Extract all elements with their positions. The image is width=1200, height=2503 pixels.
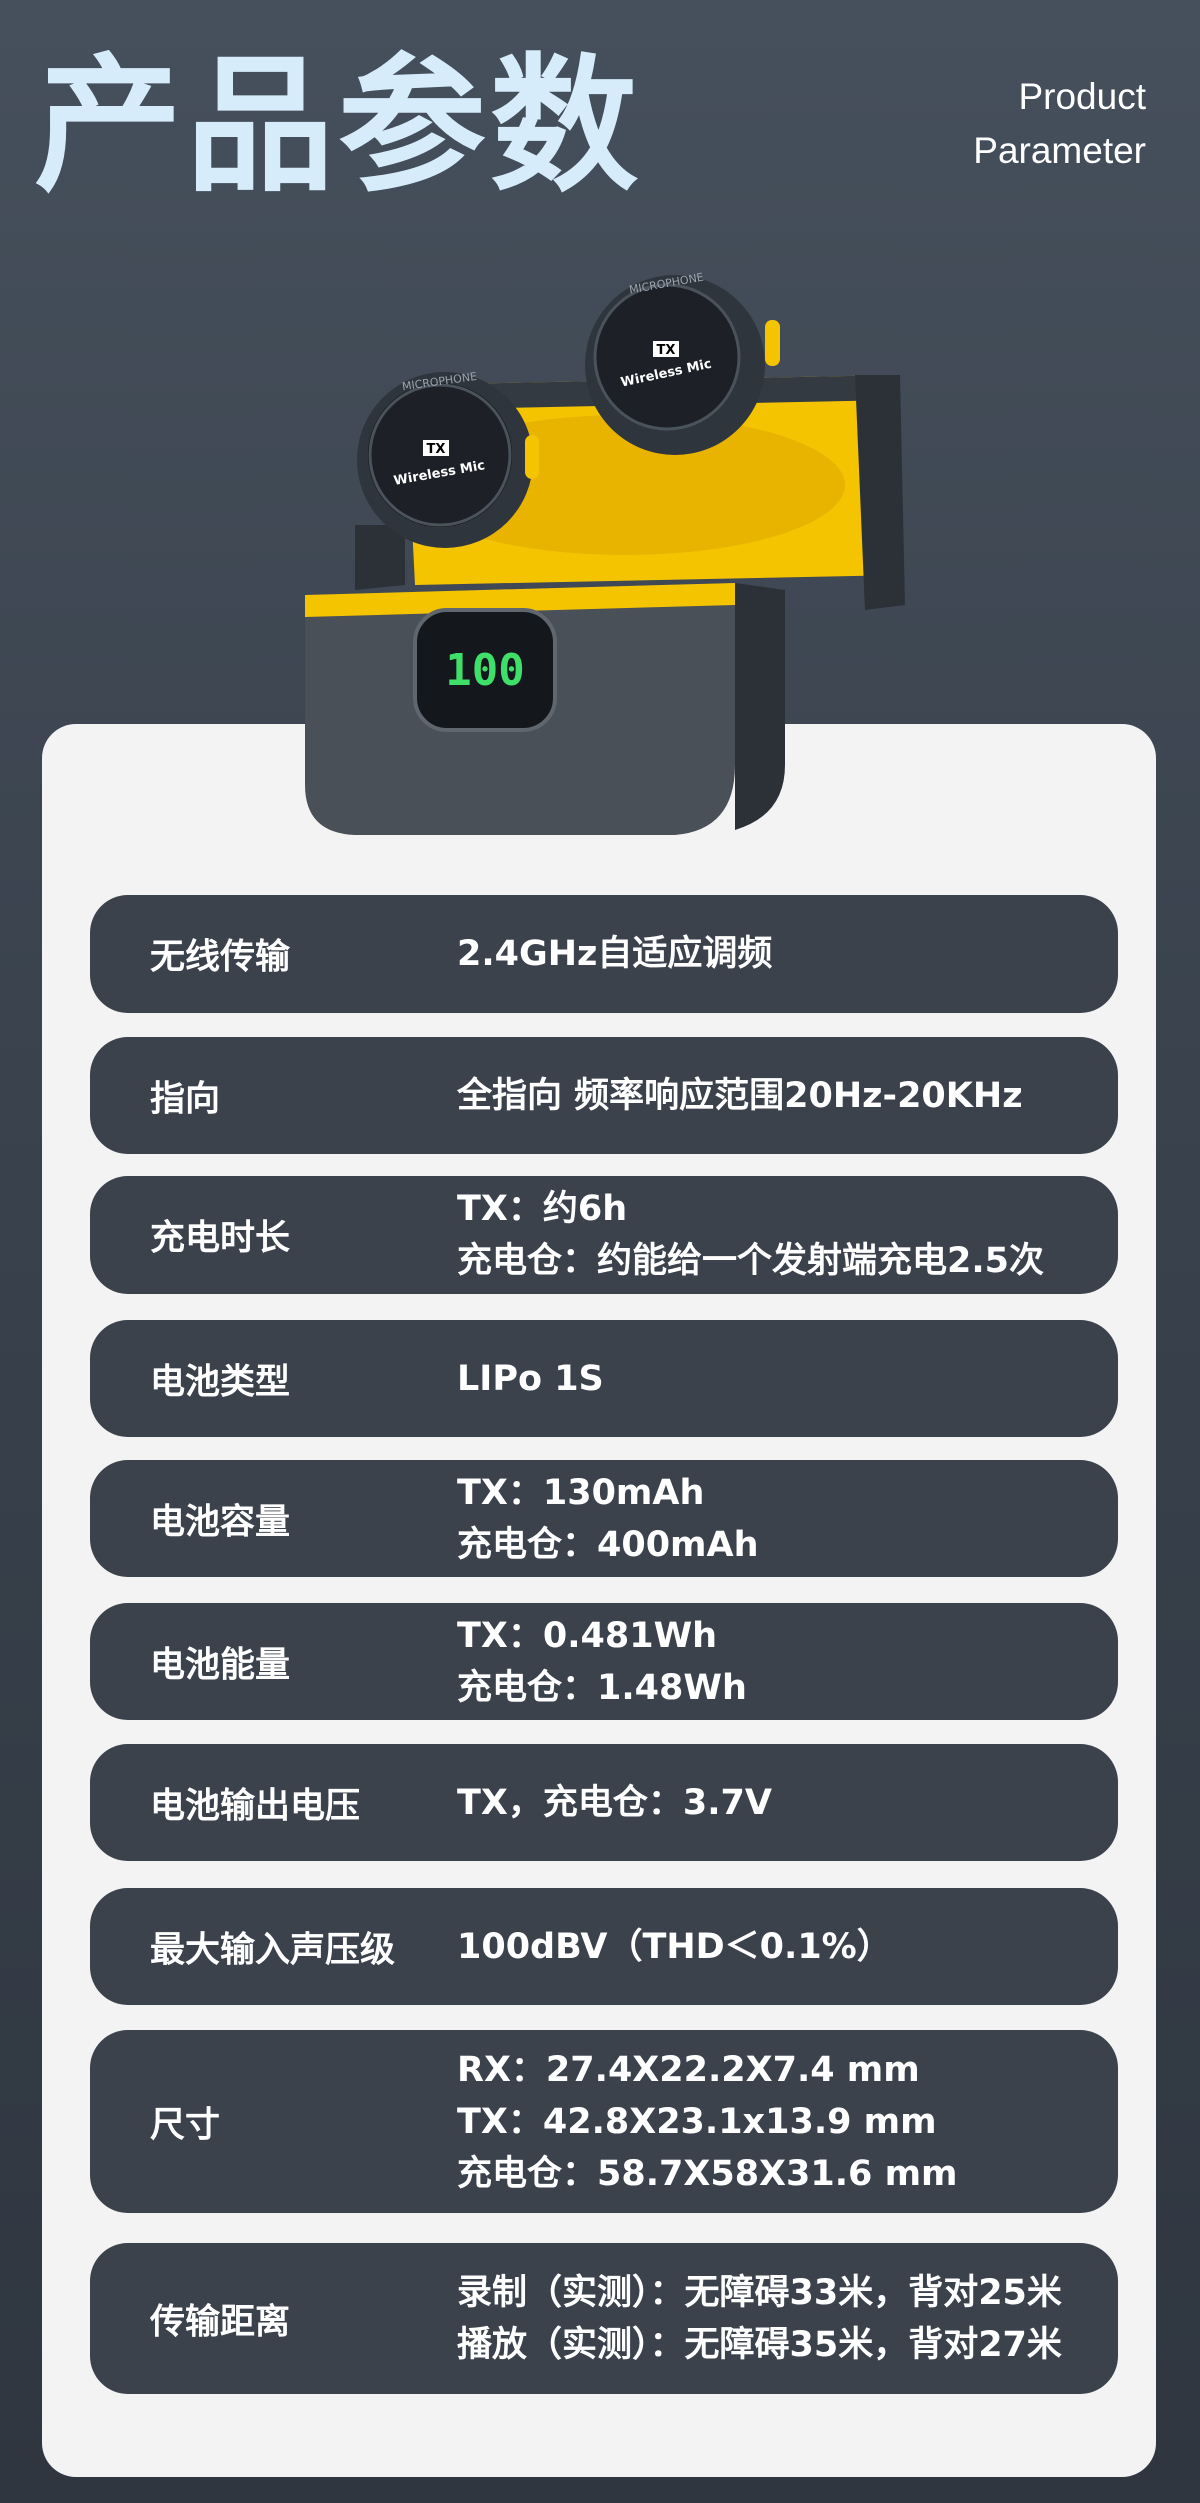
spec-value: TX：130mAh 充电仓：400mAh: [457, 1467, 759, 1571]
spec-label: 电池容量: [150, 1502, 291, 1542]
spec-value-line: 录制（实测）：无障碍33米，背对25米: [457, 2272, 1062, 2313]
spec-value-line: TX：130mAh: [457, 1472, 705, 1513]
spec-value-line: 充电仓：1.48Wh: [457, 1667, 747, 1708]
spec-row-battery-capacity: 电池容量 TX：130mAh 充电仓：400mAh: [90, 1460, 1118, 1577]
spec-row-directivity: 指向 全指向 频率响应范围20Hz-20KHz: [90, 1037, 1118, 1154]
spec-label: 尺寸: [150, 2105, 221, 2145]
page-title: 产品参数: [34, 40, 642, 212]
spec-label: 传输距离: [150, 2302, 291, 2342]
product-image: MICROPHONE TX Wireless Mic MICROPHONE TX…: [305, 271, 905, 835]
charging-case: 100: [305, 583, 785, 835]
spec-label: 无线传输: [150, 937, 291, 978]
spec-value-line: TX，充电仓：3.7V: [457, 1782, 772, 1823]
spec-label: 最大输入声压级: [150, 1930, 396, 1970]
spec-value-line: 2.4GHz自适应调频: [457, 934, 773, 974]
spec-value: LIPo 1S: [457, 1353, 604, 1405]
spec-row-output-voltage: 电池输出电压 TX，充电仓：3.7V: [90, 1744, 1118, 1861]
case-display: 100: [445, 645, 524, 696]
spec-value-line: 充电仓：58.7X58X31.6 mm: [457, 2153, 958, 2194]
page-subtitle: Product Parameter: [973, 70, 1146, 178]
spec-row-wireless: 无线传输 2.4GHz自适应调频: [90, 895, 1118, 1013]
spec-row-battery-energy: 电池能量 TX：0.481Wh 充电仓：1.48Wh: [90, 1603, 1118, 1720]
spec-row-dimensions: 尺寸 RX：27.4X22.2X7.4 mm TX：42.8X23.1x13.9…: [90, 2030, 1118, 2213]
spec-value: 录制（实测）：无障碍33米，背对25米 播放（实测）：无障碍35米，背对27米: [457, 2267, 1062, 2371]
spec-row-charging-time: 充电时长 TX：约6h 充电仓：约能给一个发射端充电2.5次: [90, 1176, 1118, 1294]
spec-label: 电池类型: [150, 1362, 291, 1402]
spec-value-line: 100dBV（THD＜0.1%）: [457, 1926, 892, 1967]
spec-value-line: LIPo 1S: [457, 1358, 604, 1399]
spec-value: 2.4GHz自适应调频: [457, 928, 772, 980]
spec-value-line: 播放（实测）：无障碍35米，背对27米: [457, 2324, 1062, 2365]
spec-value: 100dBV（THD＜0.1%）: [457, 1921, 892, 1973]
subtitle-line-1: Product: [1018, 76, 1146, 117]
mic-right-tag: TX: [657, 343, 676, 358]
spec-label: 电池输出电压: [150, 1786, 361, 1826]
spec-value: RX：27.4X22.2X7.4 mm TX：42.8X23.1x13.9 mm…: [457, 2044, 958, 2200]
spec-value-line: RX：27.4X22.2X7.4 mm: [457, 2049, 920, 2090]
spec-value: 全指向 频率响应范围20Hz-20KHz: [457, 1070, 1023, 1122]
spec-value-line: TX：约6h: [457, 1189, 628, 1229]
spec-value-line: TX：0.481Wh: [457, 1615, 718, 1656]
spec-label: 电池能量: [150, 1645, 291, 1685]
spec-row-battery-type: 电池类型 LIPo 1S: [90, 1320, 1118, 1437]
spec-value-line: 充电仓：约能给一个发射端充电2.5次: [457, 1241, 1045, 1281]
subtitle-line-2: Parameter: [973, 130, 1146, 171]
spec-value: TX，充电仓：3.7V: [457, 1777, 772, 1829]
spec-value-line: 全指向 频率响应范围20Hz-20KHz: [457, 1075, 1023, 1116]
spec-label: 充电时长: [150, 1218, 291, 1259]
spec-row-max-spl: 最大输入声压级 100dBV（THD＜0.1%）: [90, 1888, 1118, 2005]
spec-value-line: TX：42.8X23.1x13.9 mm: [457, 2101, 937, 2142]
spec-value: TX：0.481Wh 充电仓：1.48Wh: [457, 1610, 747, 1714]
spec-label: 指向: [150, 1079, 221, 1119]
mic-left-tag: TX: [427, 442, 446, 457]
spec-value: TX：约6h 充电仓：约能给一个发射端充电2.5次: [457, 1183, 1044, 1287]
spec-value-line: 充电仓：400mAh: [457, 1524, 759, 1565]
spec-row-transmission-range: 传输距离 录制（实测）：无障碍33米，背对25米 播放（实测）：无障碍35米，背…: [90, 2243, 1118, 2394]
